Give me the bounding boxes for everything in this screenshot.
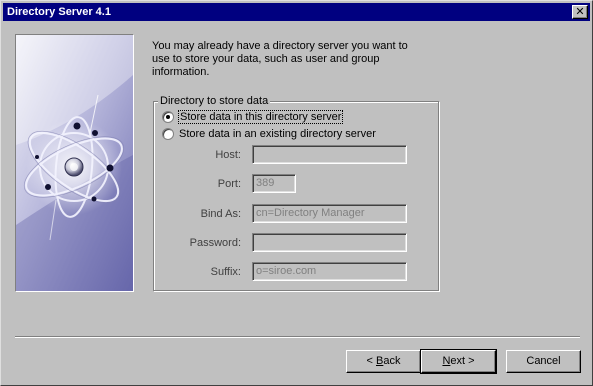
suffix-label: Suffix:: [210, 266, 241, 278]
host-field[interactable]: [252, 145, 407, 164]
radio-button-icon[interactable]: [162, 111, 174, 123]
groupbox-label: Directory to store data: [158, 95, 271, 107]
next-button[interactable]: Next >: [420, 349, 497, 374]
back-button[interactable]: < Back: [346, 350, 421, 373]
host-label: Host:: [215, 149, 241, 161]
port-label: Port:: [217, 178, 241, 190]
suffix-field[interactable]: o=siroe.com: [252, 262, 407, 281]
window-title: Directory Server 4.1: [7, 6, 111, 18]
back-button-rest: ack: [383, 355, 401, 367]
next-button-rest: ext >: [450, 355, 475, 367]
intro-text: You may already have a directory server …: [152, 40, 408, 78]
bind-as-label: Bind As:: [200, 208, 241, 220]
password-field[interactable]: [252, 233, 407, 252]
close-icon[interactable]: ✕: [572, 5, 588, 19]
radio-label[interactable]: Store data in this directory server: [177, 110, 344, 124]
wizard-window: Directory Server 4.1 ✕ You may already h…: [0, 0, 593, 386]
atom-illustration: [16, 35, 133, 291]
password-label: Password:: [189, 237, 241, 249]
cancel-button[interactable]: Cancel: [506, 350, 581, 373]
port-field[interactable]: 389: [252, 174, 296, 193]
radio-option-this-server[interactable]: Store data in this directory server: [162, 110, 344, 124]
title-bar[interactable]: Directory Server 4.1 ✕: [3, 3, 590, 21]
radio-button-icon[interactable]: [162, 128, 174, 140]
button-separator: [15, 336, 580, 338]
radio-option-existing-server[interactable]: Store data in an existing directory serv…: [162, 127, 376, 141]
back-button-prefix: <: [366, 355, 376, 367]
bind-as-field[interactable]: cn=Directory Manager: [252, 204, 407, 223]
wizard-side-image: [15, 34, 134, 292]
radio-label[interactable]: Store data in an existing directory serv…: [179, 128, 376, 140]
